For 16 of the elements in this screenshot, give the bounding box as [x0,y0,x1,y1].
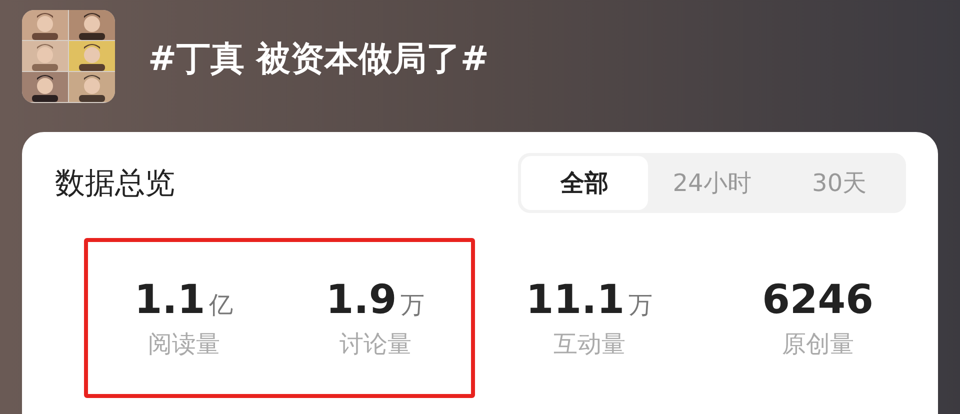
stat-value: 6246 [762,280,874,320]
stat-unit: 万 [400,293,425,317]
stat-label: 原创量 [782,332,854,356]
stat-value: 1.1 [134,280,206,320]
range-tab[interactable]: 24小时 [648,156,776,210]
stat-value: 11.1 [526,280,625,320]
range-tab[interactable]: 全部 [521,156,648,210]
stat-unit: 万 [628,293,653,317]
range-tab[interactable]: 30天 [776,156,903,210]
stat-label: 讨论量 [339,332,412,356]
topic-title: #丁真 被资本做局了# [148,38,489,81]
overview-title: 数据总览 [55,164,175,202]
stat-label: 阅读量 [148,332,220,356]
stat-label: 互动量 [553,332,626,356]
stat-value: 1.9 [326,280,397,320]
stat-unit: 亿 [209,293,234,317]
